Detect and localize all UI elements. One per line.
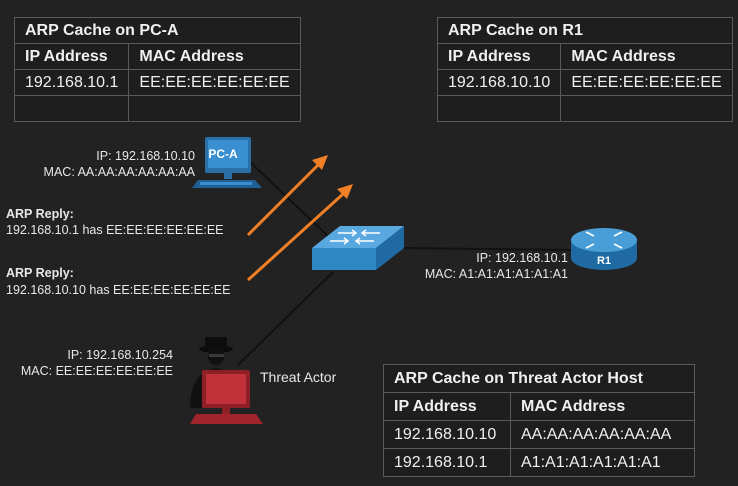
arp-cache-r1-table: ARP Cache on R1 IP Address MAC Address 1… <box>436 17 733 122</box>
table-row: 192.168.10.10 AA:AA:AA:AA:AA:AA <box>383 420 695 449</box>
r1-ip-label: IP: 192.168.10.1 <box>476 251 568 265</box>
cell-ip: 192.168.10.10 <box>383 420 511 449</box>
cell-mac: EE:EE:EE:EE:EE:EE <box>560 69 733 96</box>
cell-ip: 192.168.10.1 <box>383 448 511 477</box>
column-header-ip: IP Address <box>13 43 130 70</box>
column-header-ip: IP Address <box>383 392 511 421</box>
arp-cache-pca-table: ARP Cache on PC-A IP Address MAC Address… <box>13 17 301 122</box>
arp-reply-2-heading: ARP Reply: <box>6 266 74 280</box>
cell-ip: 192.168.10.1 <box>13 69 130 96</box>
table-row: 192.168.10.1 EE:EE:EE:EE:EE:EE <box>13 69 301 96</box>
router-name: R1 <box>597 255 611 267</box>
table-title: ARP Cache on PC-A <box>14 17 301 44</box>
table-row: 192.168.10.1 A1:A1:A1:A1:A1:A1 <box>383 448 695 477</box>
link-switch-router <box>399 247 581 251</box>
table-row <box>13 95 301 122</box>
table-title: ARP Cache on Threat Actor Host <box>383 364 695 393</box>
arp-reply-1-heading: ARP Reply: <box>6 207 74 221</box>
cell-mac: EE:EE:EE:EE:EE:EE <box>128 69 301 96</box>
table-row: 192.168.10.10 EE:EE:EE:EE:EE:EE <box>436 69 733 96</box>
cell-ip <box>13 95 130 122</box>
table-row <box>436 95 733 122</box>
column-header-ip: IP Address <box>436 43 562 70</box>
column-header-mac: MAC Address <box>560 43 733 70</box>
switch-icon <box>312 226 404 270</box>
cell-ip <box>436 95 562 122</box>
cell-mac: AA:AA:AA:AA:AA:AA <box>510 420 695 449</box>
pc-a-mac-label: MAC: AA:AA:AA:AA:AA:AA <box>43 165 195 179</box>
pc-a-name: PC-A <box>208 147 238 161</box>
link-switch-threat <box>237 271 334 366</box>
arp-reply-2-text: 192.168.10.10 has EE:EE:EE:EE:EE:EE <box>6 283 231 297</box>
cell-mac: A1:A1:A1:A1:A1:A1 <box>510 448 695 477</box>
column-header-mac: MAC Address <box>128 43 301 70</box>
threat-actor-name: Threat Actor <box>260 369 337 385</box>
link-pca-switch <box>247 159 331 239</box>
cell-mac <box>560 95 733 122</box>
pc-a-ip-label: IP: 192.168.10.10 <box>96 149 195 163</box>
column-header-mac: MAC Address <box>510 392 695 421</box>
arp-reply-arrow-1 <box>246 155 328 237</box>
threat-actor-ip-label: IP: 192.168.10.254 <box>67 348 173 362</box>
threat-actor-mac-label: MAC: EE:EE:EE:EE:EE:EE <box>20 364 173 378</box>
cell-ip: 192.168.10.10 <box>436 69 562 96</box>
cell-mac <box>128 95 301 122</box>
table-title: ARP Cache on R1 <box>437 17 733 44</box>
arp-reply-1-text: 192.168.10.1 has EE:EE:EE:EE:EE:EE <box>6 223 224 237</box>
r1-mac-label: MAC: A1:A1:A1:A1:A1:A1 <box>424 267 568 281</box>
arp-cache-threat-actor-table: ARP Cache on Threat Actor Host IP Addres… <box>383 364 695 477</box>
